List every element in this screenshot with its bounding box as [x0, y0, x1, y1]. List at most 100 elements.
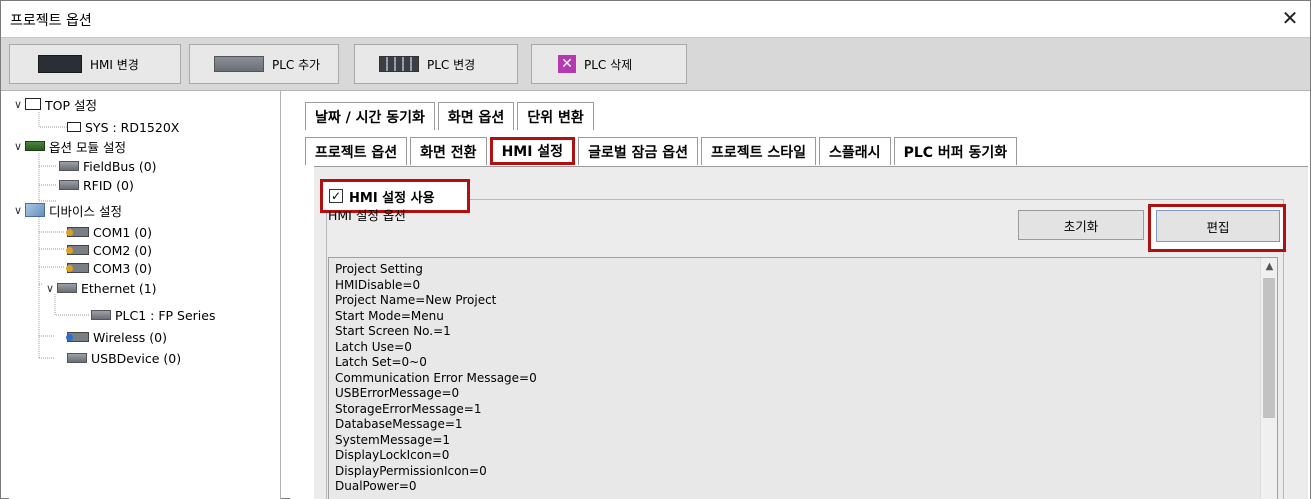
- settings-line: Start Screen No.=1: [335, 324, 451, 338]
- tree-item-label: COM2 (0): [93, 242, 152, 258]
- tab-screen-transition[interactable]: 화면 전환: [410, 137, 487, 165]
- settings-line: DisplayPermissionIcon=0: [335, 463, 487, 478]
- scroll-up-icon[interactable]: ▲: [1261, 258, 1277, 275]
- settings-line: HMIDisable=0: [335, 277, 421, 292]
- settings-lines: Project Setting HMIDisable=0 Project Name=…: [335, 262, 1271, 495]
- usb-device-icon: [67, 353, 87, 363]
- tab-date-time-sync[interactable]: 날짜 / 시간 동기화: [305, 102, 435, 130]
- tree-item-wireless[interactable]: Wireless (0): [66, 328, 167, 346]
- tab-row-1: 날짜 / 시간 동기화 화면 옵션 단위 변환: [305, 102, 597, 130]
- chevron-down-icon[interactable]: ∨: [43, 282, 57, 295]
- settings-line: StorageErrorMessage=1: [335, 401, 482, 416]
- tree-item-label: TOP 설정: [45, 97, 97, 113]
- chevron-down-icon[interactable]: ∨: [11, 204, 25, 217]
- tree-item-usbdevice[interactable]: USBDevice (0): [67, 349, 181, 367]
- chevron-down-icon[interactable]: ∨: [11, 98, 25, 111]
- hmi-options-label: HMI 설정 옵션: [328, 208, 406, 223]
- tab-project-options[interactable]: 프로젝트 옵션: [305, 137, 408, 165]
- hmi-change-button[interactable]: HMI 변경: [9, 44, 181, 84]
- scroll-thumb[interactable]: [1263, 278, 1275, 418]
- edit-button[interactable]: 편집: [1156, 210, 1280, 242]
- hmi-settings-text[interactable]: Project Setting HMIDisable=0 Project Name=…: [328, 257, 1278, 499]
- plc-add-label: PLC 추가: [272, 57, 321, 72]
- settings-line: Project Setting: [335, 262, 423, 276]
- plc-add-button[interactable]: PLC 추가: [189, 44, 339, 84]
- com-port-icon: [66, 227, 89, 237]
- tree-item-label: USBDevice (0): [91, 350, 182, 366]
- settings-line: Latch Set=0~0: [335, 355, 427, 369]
- reset-button[interactable]: 초기화: [1018, 210, 1144, 240]
- tree-item-label: COM1 (0): [93, 224, 152, 240]
- hmi-enable-label: HMI 설정 사용: [349, 190, 435, 206]
- tab-screen-options[interactable]: 화면 옵션: [437, 102, 515, 130]
- tree-item-label: 디바이스 설정: [49, 203, 122, 219]
- settings-line: USBErrorMessage=0: [335, 386, 460, 400]
- ethernet-icon: [57, 283, 77, 293]
- tab-unit-conversion[interactable]: 단위 변환: [517, 102, 594, 130]
- tree-item-plc1[interactable]: PLC1 : FP Series: [91, 306, 215, 324]
- plc-delete-button[interactable]: ✕ PLC 삭제: [531, 44, 687, 84]
- settings-line: Communication Error Message=0: [335, 370, 537, 385]
- project-tree: ∨ TOP 설정 SYS : RD1520X ∨ 옵션 모듈 설정 FieldB…: [9, 91, 281, 499]
- tree-item-option-modules[interactable]: ∨ 옵션 모듈 설정: [11, 137, 126, 155]
- module-icon: [25, 141, 45, 151]
- plc-change-label: PLC 변경: [427, 57, 476, 72]
- options-content: 날짜 / 시간 동기화 화면 옵션 단위 변환 프로젝트 옵션 화면 전환 HM…: [290, 91, 1310, 499]
- tree-item-com1[interactable]: COM1 (0): [66, 223, 152, 241]
- tree-item-label: SYS : RD1520X: [85, 119, 180, 135]
- settings-line: DatabaseMessage=1: [335, 417, 463, 431]
- tab-global-lock-options[interactable]: 글로벌 잠금 옵션: [578, 137, 698, 165]
- tree-item-fieldbus[interactable]: FieldBus (0): [59, 157, 157, 175]
- chevron-down-icon[interactable]: ∨: [11, 140, 25, 153]
- tab-splash[interactable]: 스플래시: [819, 137, 891, 165]
- tab-row-2: 프로젝트 옵션 화면 전환 HMI 설정 글로벌 잠금 옵션 프로젝트 스타일 …: [305, 137, 1020, 165]
- tree-item-com2[interactable]: COM2 (0): [66, 241, 152, 259]
- toolbar: HMI 변경 PLC 추가 PLC 변경 ✕ PLC 삭제: [1, 37, 1310, 91]
- window-title: 프로젝트 옵션: [10, 13, 92, 29]
- tree-item-device-settings[interactable]: ∨ 디바이스 설정: [11, 201, 122, 219]
- plc-delete-label: PLC 삭제: [584, 57, 633, 72]
- settings-line: Start Mode=Menu: [335, 308, 444, 323]
- plc-delete-icon: ✕: [558, 55, 576, 73]
- hmi-icon: [38, 55, 82, 73]
- hmi-change-label: HMI 변경: [90, 57, 139, 72]
- device-settings-icon: [25, 203, 45, 217]
- vertical-scrollbar[interactable]: ▲: [1260, 258, 1277, 499]
- tree-item-label: 옵션 모듈 설정: [49, 139, 126, 155]
- plc-icon: [91, 310, 111, 320]
- tab-project-style[interactable]: 프로젝트 스타일: [700, 137, 817, 165]
- monitor-icon: [25, 98, 41, 110]
- settings-line: DualPower=0: [335, 479, 417, 493]
- plc-change-icon: [379, 56, 419, 72]
- settings-line: SystemMessage=1: [335, 432, 451, 447]
- hmi-settings-panel: ✓ HMI 설정 사용 HMI 설정 옵션 초기화 편집 Project Set…: [314, 166, 1308, 499]
- settings-line: Latch Use=0: [335, 339, 412, 354]
- plc-add-icon: [214, 56, 264, 72]
- tab-hmi-settings[interactable]: HMI 설정: [489, 137, 576, 165]
- device-icon: [59, 161, 79, 171]
- com-port-icon: [66, 245, 89, 255]
- tree-item-com3[interactable]: COM3 (0): [66, 259, 152, 277]
- settings-line: DisplayLockIcon=0: [335, 448, 450, 462]
- title-bar: 프로젝트 옵션 ✕: [1, 1, 1310, 37]
- plc-change-button[interactable]: PLC 변경: [354, 44, 518, 84]
- project-options-window: 프로젝트 옵션 ✕ HMI 변경 PLC 추가 PLC 변경 ✕ PLC 삭제: [0, 0, 1311, 499]
- wireless-icon: [66, 332, 89, 342]
- tree-item-label: FieldBus (0): [83, 158, 157, 174]
- settings-line: Project Name=New Project: [335, 293, 497, 307]
- tree-item-rfid[interactable]: RFID (0): [59, 176, 134, 194]
- monitor-icon: [67, 122, 81, 132]
- close-icon[interactable]: ✕: [1278, 7, 1302, 31]
- tree-item-top-settings[interactable]: ∨ TOP 설정: [11, 95, 97, 113]
- tree-item-label: RFID (0): [83, 177, 134, 193]
- device-icon: [59, 180, 79, 190]
- tree-item-label: Ethernet (1): [81, 280, 157, 296]
- tree-item-label: COM3 (0): [93, 260, 152, 276]
- tree-item-label: Wireless (0): [93, 329, 167, 345]
- tree-item-label: PLC1 : FP Series: [115, 307, 216, 323]
- tab-plc-buffer-sync[interactable]: PLC 버퍼 동기화: [893, 137, 1018, 165]
- com-port-icon: [66, 263, 89, 273]
- tree-item-sys[interactable]: SYS : RD1520X: [67, 118, 179, 136]
- tree-item-ethernet[interactable]: ∨ Ethernet (1): [43, 279, 157, 297]
- hmi-enable-checkbox[interactable]: ✓: [329, 189, 343, 203]
